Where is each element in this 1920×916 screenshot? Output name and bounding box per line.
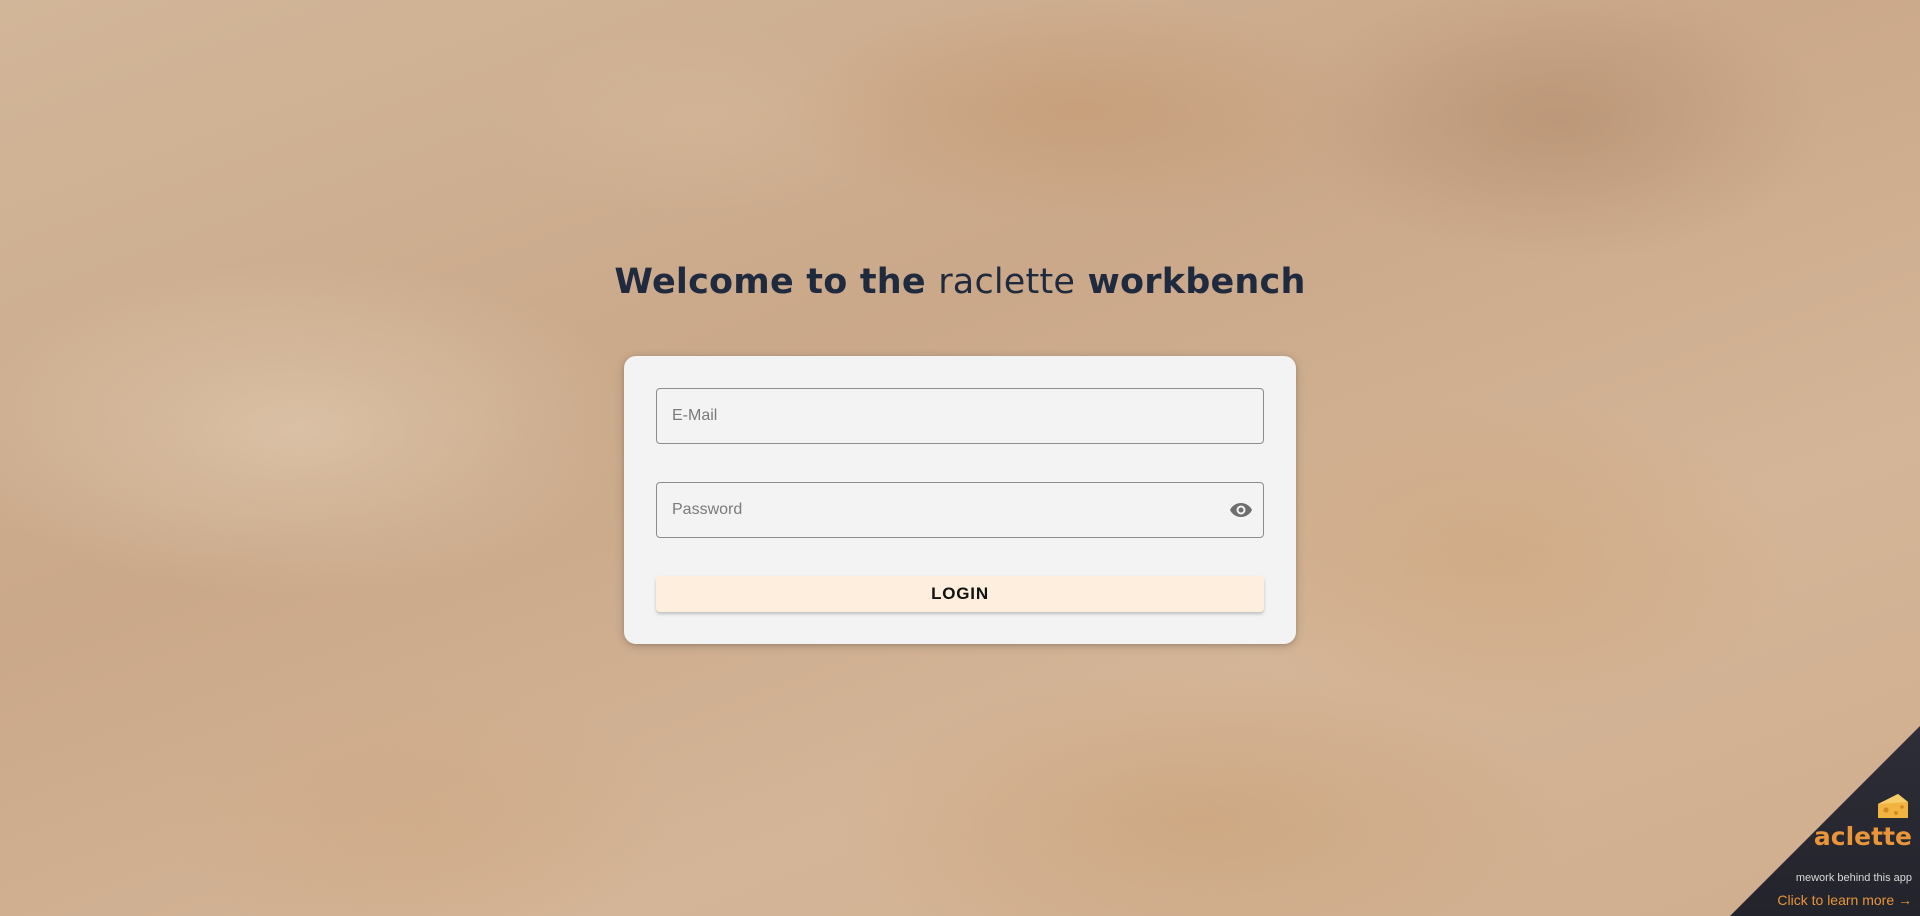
email-field-container — [656, 388, 1264, 444]
password-field-container — [656, 482, 1264, 538]
title-prefix: Welcome to the — [614, 262, 939, 302]
page-title: Welcome to the raclette workbench — [0, 262, 1920, 302]
login-button[interactable]: LOGIN — [656, 576, 1264, 612]
cheese-icon — [1876, 792, 1910, 824]
title-suffix: workbench — [1075, 262, 1306, 302]
login-card: LOGIN — [624, 356, 1296, 644]
corner-promo[interactable]: aclette mework behind this app Click to … — [1730, 726, 1920, 916]
title-brand: raclette — [938, 262, 1076, 302]
learn-more-link[interactable]: Click to learn more → — [1777, 892, 1912, 908]
promo-brand: aclette — [1813, 822, 1912, 851]
promo-tagline: mework behind this app — [1795, 872, 1912, 884]
password-input[interactable] — [657, 483, 1263, 537]
eye-icon[interactable] — [1229, 498, 1253, 522]
email-input[interactable] — [657, 389, 1263, 443]
